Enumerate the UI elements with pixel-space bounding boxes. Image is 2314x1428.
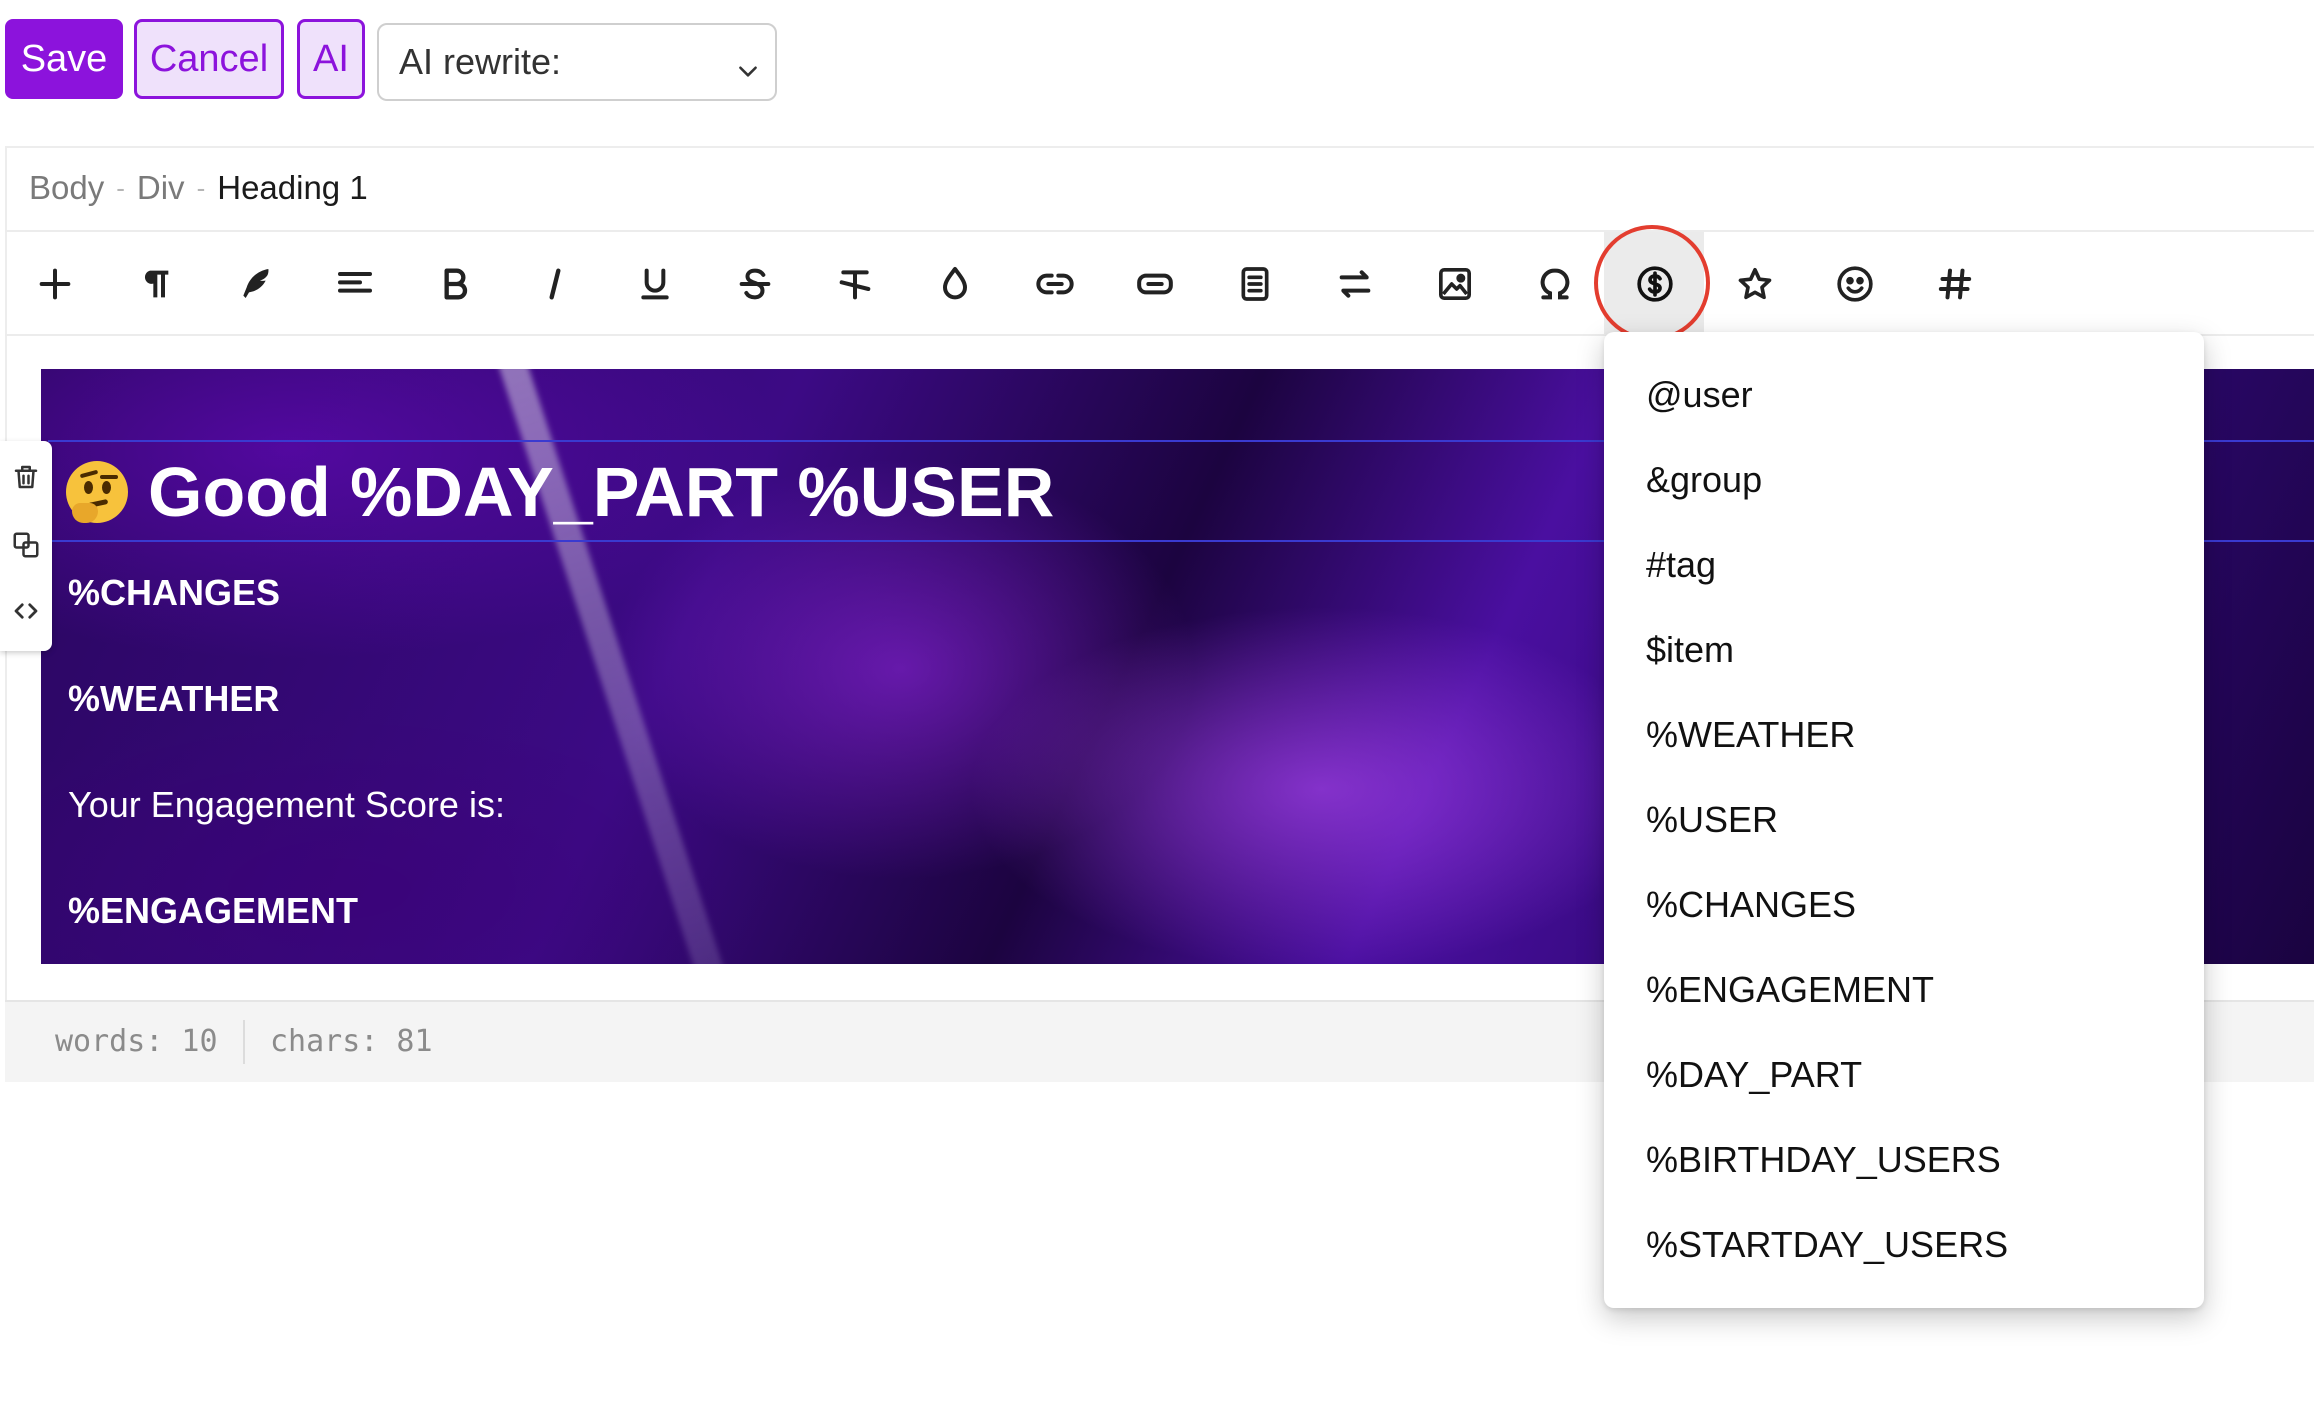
star-icon[interactable] <box>1723 252 1787 316</box>
bold-icon[interactable] <box>423 252 487 316</box>
paragraph-icon[interactable] <box>123 252 187 316</box>
menu-item-startday-users[interactable]: %STARTDAY_USERS <box>1646 1224 2008 1266</box>
weather-variable[interactable]: %WEATHER <box>68 678 279 720</box>
menu-item-user[interactable]: @user <box>1646 374 1753 416</box>
word-count: words: 10 <box>55 1024 218 1059</box>
save-button[interactable]: Save <box>5 19 123 99</box>
special-char-icon[interactable] <box>1523 252 1587 316</box>
menu-item-group[interactable]: &group <box>1646 459 1762 501</box>
block-actions <box>0 441 52 651</box>
variables-dropdown: @user &group #tag $item %WEATHER %USER %… <box>1604 332 2204 1308</box>
heading-1[interactable]: Good %DAY_PART %USER <box>66 444 1054 540</box>
duplicate-icon[interactable] <box>6 525 46 565</box>
trash-icon[interactable] <box>6 457 46 497</box>
swap-icon[interactable] <box>1323 252 1387 316</box>
chevron-down-icon <box>735 51 761 93</box>
status-divider <box>243 1020 245 1064</box>
breadcrumb: Body - Div - Heading 1 <box>5 146 2314 232</box>
link-icon[interactable] <box>1023 252 1087 316</box>
engagement-variable[interactable]: %ENGAGEMENT <box>68 890 358 932</box>
color-drop-icon[interactable] <box>923 252 987 316</box>
clear-format-icon[interactable] <box>823 252 887 316</box>
menu-item-day-part[interactable]: %DAY_PART <box>1646 1054 1862 1096</box>
breadcrumb-separator: - <box>196 172 206 203</box>
ai-button[interactable]: AI <box>297 19 365 99</box>
formatting-toolbar <box>5 232 2314 336</box>
underline-icon[interactable] <box>623 252 687 316</box>
cancel-button[interactable]: Cancel <box>134 19 284 99</box>
menu-item-tag[interactable]: #tag <box>1646 544 1716 586</box>
document-icon[interactable] <box>1223 252 1287 316</box>
plus-icon[interactable] <box>23 252 87 316</box>
highlight-ring <box>1594 225 1710 341</box>
menu-item-changes[interactable]: %CHANGES <box>1646 884 1856 926</box>
emoji-icon[interactable] <box>1823 252 1887 316</box>
ai-rewrite-label: AI rewrite: <box>399 41 562 82</box>
italic-icon[interactable] <box>523 252 587 316</box>
menu-item-weather[interactable]: %WEATHER <box>1646 714 1855 756</box>
feather-icon[interactable] <box>223 252 287 316</box>
menu-item-engagement[interactable]: %ENGAGEMENT <box>1646 969 1934 1011</box>
ai-rewrite-select[interactable]: AI rewrite: <box>377 23 777 101</box>
breadcrumb-item-body[interactable]: Body <box>29 169 104 207</box>
image-icon[interactable] <box>1423 252 1487 316</box>
strikethrough-icon[interactable] <box>723 252 787 316</box>
breadcrumb-separator: - <box>116 172 125 203</box>
menu-item-user-var[interactable]: %USER <box>1646 799 1778 841</box>
char-count: chars: 81 <box>270 1024 433 1059</box>
menu-item-birthday-users[interactable]: %BIRTHDAY_USERS <box>1646 1139 2001 1181</box>
menu-item-item[interactable]: $item <box>1646 629 1734 671</box>
breadcrumb-item-div[interactable]: Div <box>137 169 185 207</box>
thinking-face-emoji <box>66 461 128 523</box>
breadcrumb-item-heading[interactable]: Heading 1 <box>217 169 367 207</box>
code-icon[interactable] <box>6 591 46 631</box>
changes-variable[interactable]: %CHANGES <box>68 572 280 614</box>
hash-icon[interactable] <box>1923 252 1987 316</box>
heading-text: Good %DAY_PART %USER <box>148 453 1055 531</box>
align-icon[interactable] <box>323 252 387 316</box>
button-icon[interactable] <box>1123 252 1187 316</box>
engagement-label[interactable]: Your Engagement Score is: <box>68 784 505 826</box>
